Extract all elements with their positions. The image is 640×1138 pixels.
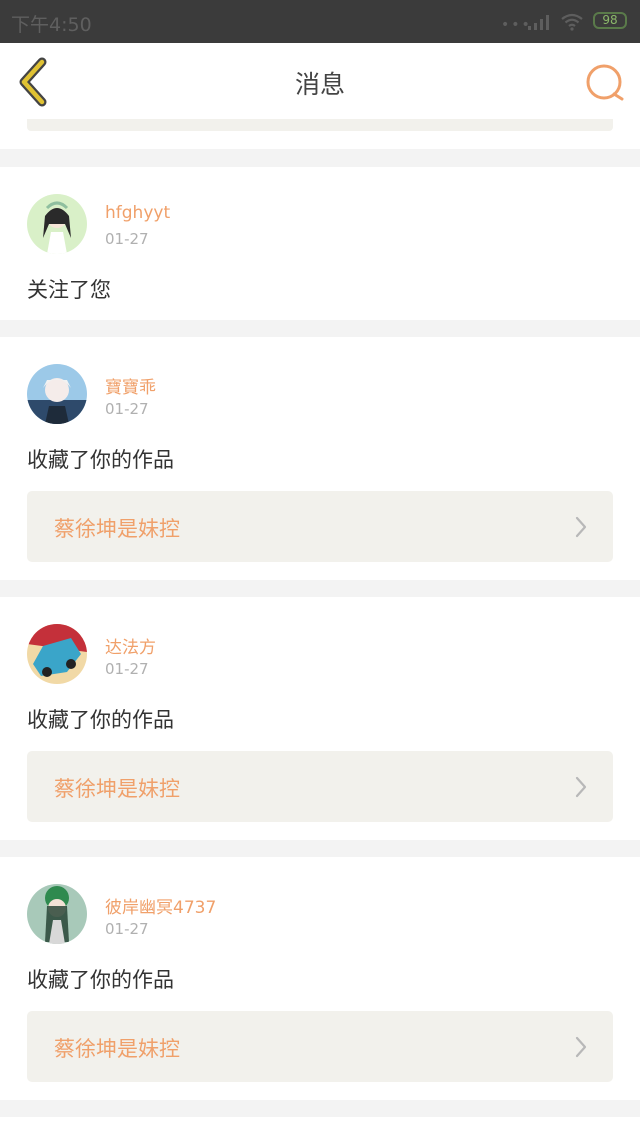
message-text: 关注了您 <box>27 278 111 302</box>
chevron-right-icon <box>575 776 587 798</box>
work-title: 蔡徐坤是妹控 <box>54 517 180 541</box>
battery-icon: 98 <box>593 12 627 29</box>
wifi-icon <box>561 13 583 31</box>
work-title: 蔡徐坤是妹控 <box>54 1037 180 1061</box>
message-text: 收藏了你的作品 <box>27 708 174 732</box>
message-card: 达法方 01-27 收藏了你的作品 蔡徐坤是妹控 <box>0 597 640 840</box>
avatar[interactable] <box>27 194 87 254</box>
message-date: 01-27 <box>105 400 149 418</box>
avatar[interactable] <box>27 364 87 424</box>
page-title: 消息 <box>294 70 345 99</box>
message-card: 寶寶乖 01-27 收藏了你的作品 蔡徐坤是妹控 <box>0 337 640 580</box>
work-link[interactable]: 蔡徐坤是妹控 <box>27 491 613 562</box>
work-title: 蔡徐坤是妹控 <box>54 777 180 801</box>
username[interactable]: 达法方 <box>105 633 156 658</box>
battery-level: 98 <box>602 13 618 27</box>
chevron-right-icon <box>575 516 587 538</box>
work-link[interactable]: 蔡徐坤是妹控 <box>27 1011 613 1082</box>
message-card: hfghyyt 01-27 关注了您 <box>0 167 640 320</box>
message-text: 收藏了你的作品 <box>27 968 174 992</box>
message-card: 彼岸幽冥4737 01-27 收藏了你的作品 蔡徐坤是妹控 <box>0 857 640 1100</box>
message-date: 01-27 <box>105 230 149 248</box>
avatar[interactable] <box>27 624 87 684</box>
status-time: 下午4:50 <box>11 14 92 36</box>
signal-icon <box>528 15 549 30</box>
username[interactable]: 寶寶乖 <box>105 373 156 398</box>
message-date: 01-27 <box>105 660 149 678</box>
chevron-right-icon <box>575 1036 587 1058</box>
work-link[interactable]: 蔡徐坤是妹控 <box>27 751 613 822</box>
message-date: 01-27 <box>105 920 149 938</box>
status-bar: 下午4:50 ••• 98 <box>0 0 640 43</box>
previous-card-partial <box>0 119 640 149</box>
username[interactable]: hfghyyt <box>105 203 170 223</box>
avatar[interactable] <box>27 884 87 944</box>
message-text: 收藏了你的作品 <box>27 448 174 472</box>
next-card-partial <box>0 1117 640 1138</box>
previous-work-box[interactable] <box>27 119 613 131</box>
search-icon[interactable] <box>584 61 626 103</box>
username[interactable]: 彼岸幽冥4737 <box>105 893 216 918</box>
nav-bar: 消息 <box>0 43 640 120</box>
